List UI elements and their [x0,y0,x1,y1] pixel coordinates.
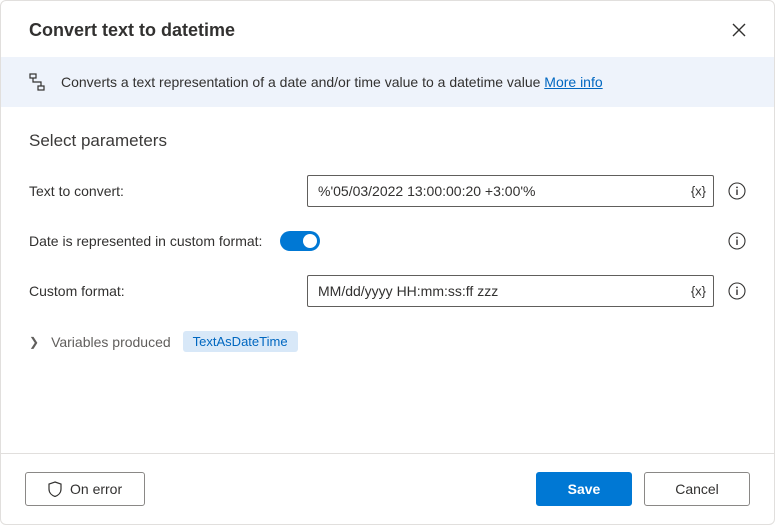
row-text-to-convert: Text to convert: {x} [29,175,746,207]
row-custom-format: Custom format: {x} [29,275,746,307]
close-icon [732,23,746,37]
dialog-header: Convert text to datetime [1,1,774,57]
info-icon-custom-toggle[interactable] [728,232,746,250]
chevron-right-icon[interactable]: ❯ [29,335,39,349]
flow-action-icon [29,73,45,91]
input-custom-format[interactable] [307,275,714,307]
label-custom-format: Custom format: [29,283,307,299]
on-error-button[interactable]: On error [25,472,145,506]
info-banner-text: Converts a text representation of a date… [61,74,603,90]
info-banner: Converts a text representation of a date… [1,57,774,107]
variables-produced-label: Variables produced [51,334,171,350]
row-custom-format-toggle: Date is represented in custom format: [29,231,746,251]
toggle-custom-format[interactable] [280,231,320,251]
dialog-title: Convert text to datetime [29,20,235,41]
shield-icon [48,481,62,497]
close-button[interactable] [728,19,750,41]
on-error-label: On error [70,481,122,497]
cancel-label: Cancel [675,481,719,497]
variables-produced-row: ❯ Variables produced TextAsDateTime [29,331,746,352]
info-icon-text-to-convert[interactable] [728,182,746,200]
dialog-content: Select parameters Text to convert: {x} D… [1,107,774,453]
save-button[interactable]: Save [536,472,632,506]
more-info-link[interactable]: More info [544,74,602,90]
input-wrap-text-to-convert: {x} [307,175,714,207]
info-banner-message: Converts a text representation of a date… [61,74,544,90]
info-icon [728,232,746,250]
variable-chip[interactable]: TextAsDateTime [183,331,298,352]
input-wrap-custom-format: {x} [307,275,714,307]
label-custom-format-toggle: Date is represented in custom format: [29,233,262,249]
dialog-footer: On error Save Cancel [1,453,774,524]
save-label: Save [568,481,601,497]
insert-variable-button-2[interactable]: {x} [691,284,706,299]
info-icon [728,282,746,300]
toggle-thumb [303,234,317,248]
info-icon [728,182,746,200]
section-title: Select parameters [29,131,746,151]
info-icon-custom-format[interactable] [728,282,746,300]
input-text-to-convert[interactable] [307,175,714,207]
cancel-button[interactable]: Cancel [644,472,750,506]
label-text-to-convert: Text to convert: [29,183,307,199]
insert-variable-button[interactable]: {x} [691,184,706,199]
